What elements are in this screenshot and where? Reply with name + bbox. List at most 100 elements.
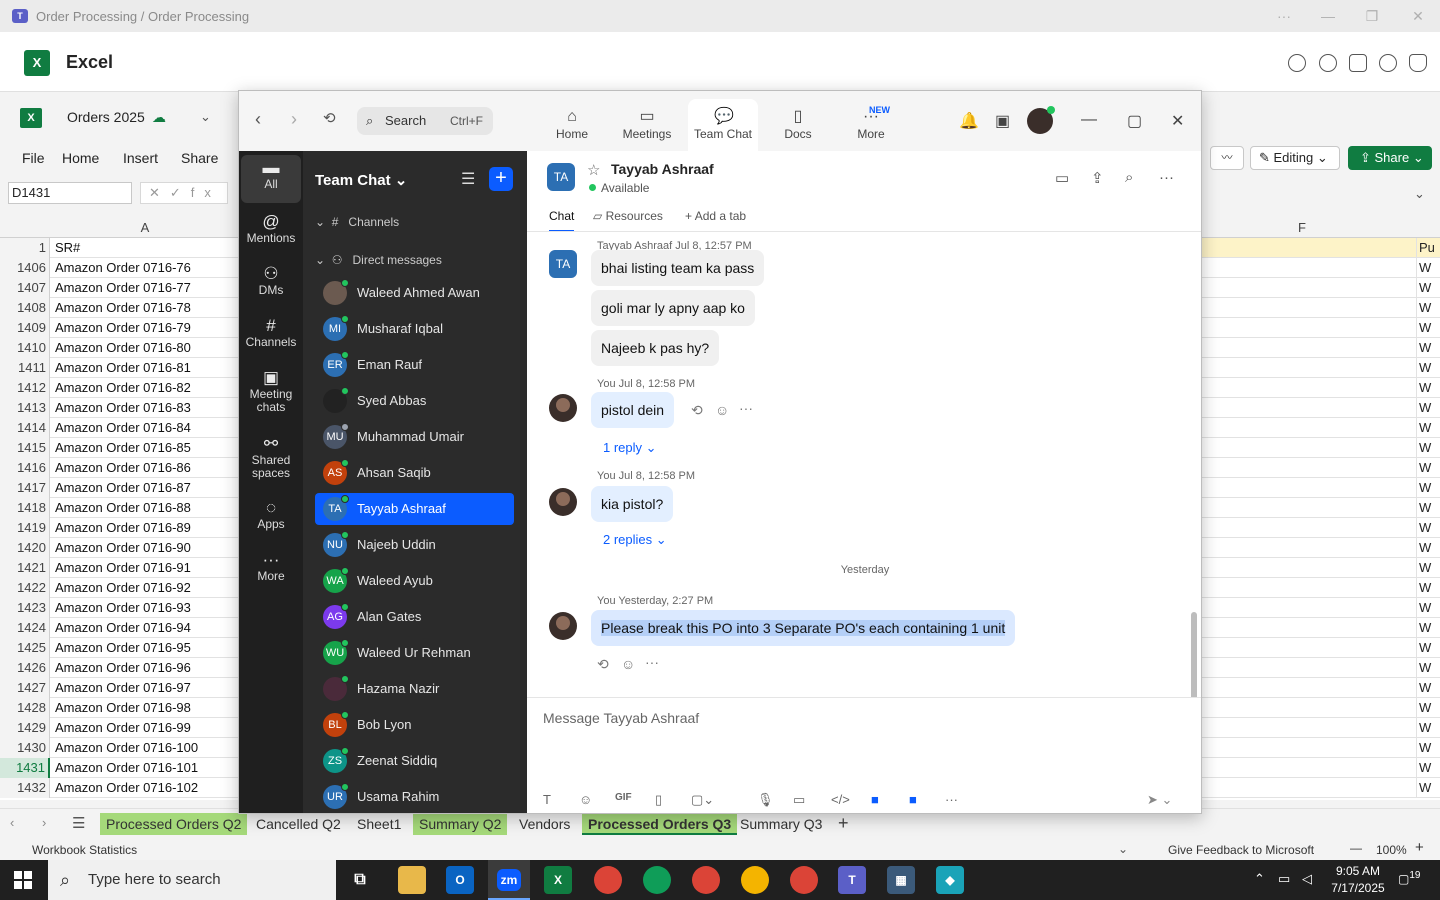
zoom-taskbar-icon[interactable]: zm [488,860,530,900]
cell[interactable]: W [1416,478,1431,497]
cell[interactable]: Amazon Order 0716-102 [55,778,198,798]
file-name[interactable]: Orders 2025 [67,109,145,125]
list-item[interactable]: TA Tayyab Ashraaf [315,493,514,525]
cell[interactable]: Amazon Order 0716-98 [55,698,191,718]
row-number[interactable]: 1426 [0,658,50,678]
more-options-icon[interactable]: ··· [1262,0,1306,32]
cell[interactable]: Amazon Order 0716-76 [55,258,191,278]
row-number[interactable]: 1420 [0,538,50,558]
row-number[interactable]: 1423 [0,598,50,618]
cell[interactable]: Amazon Order 0716-81 [55,358,191,378]
list-item[interactable]: AS Ahsan Saqib [315,457,514,489]
name-box[interactable]: D1431 [8,182,132,204]
link-icon[interactable] [1349,54,1367,72]
chrome-icon[interactable] [741,866,769,894]
bell-icon[interactable]: 🔔 [959,111,979,131]
excel-taskbar-icon[interactable]: X [544,866,572,894]
row-number[interactable]: 1416 [0,458,50,478]
table-row[interactable]: 1410 Amazon Order 0716-80 [0,338,238,358]
cell[interactable]: W [1416,458,1431,477]
emoji-icon[interactable]: ☺ [621,656,635,672]
list-item[interactable]: MU Muhammad Umair [315,421,514,453]
list-item[interactable]: Waleed Ahmed Awan [315,277,514,309]
cell[interactable]: Amazon Order 0716-89 [55,518,191,538]
cell[interactable]: Amazon Order 0716-96 [55,658,191,678]
app-icon[interactable]: ■ [871,792,879,807]
emoji-icon[interactable]: ☺ [715,402,729,418]
table-row[interactable]: 1431 Amazon Order 0716-101 [0,758,238,778]
table-row[interactable]: 1424 Amazon Order 0716-94 [0,618,238,638]
rail-dms[interactable]: ⚇ DMs [241,265,301,297]
dm-section[interactable]: ⌄ ⚇ Direct messages [315,253,442,267]
menu-share[interactable]: Share [181,150,218,166]
row-number[interactable]: 1427 [0,678,50,698]
table-row[interactable]: hu, Jul 17, 2025 PDT to Mon, Jul 21, :W [1202,258,1440,278]
cell[interactable]: W [1416,258,1431,277]
list-item[interactable]: BL Bob Lyon [315,709,514,741]
cell[interactable]: Amazon Order 0716-83 [55,398,191,418]
cell[interactable]: W [1416,558,1431,577]
table-row[interactable]: ed, Jul 23, 2025 PDT to Fri, Jul 25, 2(W [1202,638,1440,658]
cell[interactable]: W [1416,538,1431,557]
cell[interactable]: W [1416,498,1431,517]
list-item[interactable]: Hazama Nazir [315,673,514,705]
more-dots-icon[interactable]: ··· [645,654,659,670]
tab-home[interactable]: ⌂ Home [537,99,607,151]
reply-icon[interactable]: ⟲ [597,656,609,673]
share-screen-icon[interactable]: ⇪ [1091,169,1104,187]
table-row[interactable]: Ved, Jul 23, 2025 PDT to Fri, Jul 25, 2W [1202,758,1440,778]
table-row[interactable]: 1415 Amazon Order 0716-85 [0,438,238,458]
profile-avatar[interactable] [1027,106,1055,134]
row-number[interactable]: 1431 [0,758,50,778]
search-icon[interactable]: ⌕ [1125,169,1133,186]
cell[interactable]: Amazon Order 0716-99 [55,718,191,738]
table-row[interactable]: e, Jul 22, 2025 PDT to Thu, Jul 24, 2(W [1202,738,1440,758]
maximize-button[interactable]: ▢ [1127,111,1142,131]
tab-chat[interactable]: Chat [549,209,575,232]
table-row[interactable]: 1409 Amazon Order 0716-79 [0,318,238,338]
network-icon[interactable]: ▭ [1278,871,1290,887]
cell[interactable]: Amazon Order 0716-92 [55,578,191,598]
share-button[interactable]: ⇪ Share ⌄ [1348,146,1432,170]
table-row[interactable]: ed, Jul 23, 2025 PDT to Fri, Jul 25, 2(W [1202,378,1440,398]
video-message-icon[interactable]: ▭ [793,792,805,808]
emoji-icon[interactable]: ☺ [579,792,592,807]
file-icon[interactable]: ▯ [655,792,662,808]
table-row[interactable]: 1416 Amazon Order 0716-86 [0,458,238,478]
cell[interactable]: W [1416,698,1431,717]
calendar-icon[interactable]: ▣ [995,111,1010,131]
table-row[interactable]: ed, Jul 23, 2025 PDT to Fri, Jul 25, 2(W [1202,578,1440,598]
rail-shared-spaces[interactable]: ⚯ Shared spaces [241,435,301,480]
cell[interactable]: Amazon Order 0716-94 [55,618,191,638]
all-sheets-icon[interactable]: ☰ [72,814,85,832]
channels-section[interactable]: ⌄ # Channels [315,215,399,229]
next-sheet-icon[interactable]: › [42,815,46,830]
tab-meetings[interactable]: ▭ Meetings [612,99,682,151]
table-row[interactable]: i, Jul 18, 2025 PDT to Tue, Jul 22, 20W [1202,358,1440,378]
rail-more[interactable]: ··· More [241,551,301,583]
table-row[interactable]: hu, Jul 17, 2025 PDT to Mon, Jul 21, :W [1202,618,1440,638]
tab-resources[interactable]: ▱ Resources [593,209,663,223]
table-row[interactable]: 1425 Amazon Order 0716-95 [0,638,238,658]
sheet-grid-right[interactable]: F eliver by:Puhu, Jul 17, 2025 PDT to Mo… [1202,216,1440,800]
sheet-tab[interactable]: Summary Q2 [413,813,508,835]
table-row[interactable]: i, Jul 18, 2025 PDT to Tue, Jul 22, 20W [1202,398,1440,418]
contact-name[interactable]: Tayyab Ashraaf [611,161,714,177]
chrome-icon[interactable] [790,866,818,894]
screenshot-icon[interactable]: ▢⌄ [691,792,714,808]
row-number[interactable]: 1419 [0,518,50,538]
gif-icon[interactable]: GIF [615,792,632,803]
menu-insert[interactable]: Insert [123,150,158,166]
row-number[interactable]: 1406 [0,258,50,278]
list-item[interactable]: UR Usama Rahim [315,781,514,813]
row-number[interactable]: 1421 [0,558,50,578]
cell[interactable]: Amazon Order 0716-101 [55,758,198,778]
row-number[interactable]: 1407 [0,278,50,298]
table-row[interactable]: on, Jul 21, 2025 PDT to Wed, Jul 23,W [1202,478,1440,498]
file-explorer-icon[interactable] [398,866,426,894]
taskbar-clock[interactable]: 9:05 AM 7/17/2025 [1322,863,1394,897]
message-bubble[interactable]: kia pistol? [591,486,674,522]
cell[interactable]: Amazon Order 0716-88 [55,498,191,518]
scrollbar[interactable] [1191,612,1197,697]
table-row[interactable]: i, Jul 18, 2025 PDT to Mon, Jul 21, 2(W [1202,698,1440,718]
